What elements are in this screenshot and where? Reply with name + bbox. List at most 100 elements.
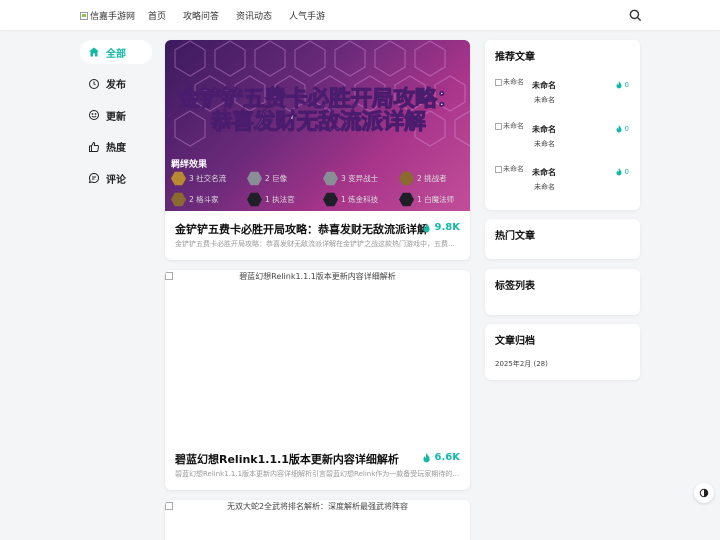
recommended-tag: 未命名 <box>534 96 555 104</box>
broken-image-icon <box>495 78 502 86</box>
home-icon <box>89 47 99 57</box>
nav-item-home[interactable]: 首页 <box>148 9 166 22</box>
cover-image-alt: 碧蓝幻想Relink1.1.1版本更新内容详细解析 <box>239 272 396 281</box>
trait-hex-icon <box>399 192 414 207</box>
tags-widget: 标签列表 <box>485 269 640 315</box>
post-card[interactable]: 无双大蛇2全武将排名解析：深度解析最强武将阵容 <box>165 500 470 540</box>
sidebar-item-label: 评论 <box>106 174 126 186</box>
half-moon-icon <box>699 488 709 498</box>
nav-item-popular-games[interactable]: 人气手游 <box>289 9 325 22</box>
post-excerpt: 金铲铲五费卡必胜开局攻略：恭喜发财无敌流派详解在金铲铲之战这款热门游戏中，五费.… <box>175 240 455 248</box>
post-excerpt: 碧蓝幻想Relink1.1.1版本更新内容详细解析引言碧蓝幻想Relink作为一… <box>175 470 460 478</box>
recommended-title[interactable]: 未命名 <box>532 80 556 91</box>
post-views: 6.6K <box>422 452 460 463</box>
sidebar-item-publish[interactable]: 发布 <box>80 72 152 96</box>
post-cover-image[interactable]: 金铲铲五费卡必胜开局攻略：恭喜发财无敌流派详解 羁绊效果 3 社交名流 2 巨像… <box>165 40 470 211</box>
recommended-thumb: 未命名 <box>495 164 524 174</box>
trait-hex-icon <box>399 171 414 186</box>
broken-image-icon <box>495 122 502 130</box>
widget-title: 推荐文章 <box>495 52 535 63</box>
site-logo-alt: 信嘉手游网 <box>90 12 136 22</box>
post-card[interactable]: 碧蓝幻想Relink1.1.1版本更新内容详细解析 碧蓝幻想Relink1.1.… <box>165 270 470 490</box>
nav-item-guides[interactable]: 攻略问答 <box>183 9 219 22</box>
archive-widget: 文章归档 2025年2月 (28) <box>485 324 640 380</box>
trait-item: 3 变异战士 <box>323 171 399 186</box>
flame-icon <box>422 452 430 462</box>
count-value: 0 <box>624 168 629 176</box>
sidebar-item-update[interactable]: 更新 <box>80 103 152 127</box>
flame-icon <box>422 222 430 232</box>
sidebar-item-label: 全部 <box>106 48 126 60</box>
recommended-count: 0 <box>616 168 629 176</box>
smile-icon <box>89 110 99 120</box>
recommended-item[interactable]: 未命名 未命名 未命名 0 <box>495 121 635 151</box>
post-title[interactable]: 金铲铲五费卡必胜开局攻略：恭喜发财无敌流派详解 <box>175 221 428 237</box>
trait-label: 1 炼金科技 <box>341 195 379 204</box>
broken-image-icon <box>495 165 502 173</box>
broken-image-icon <box>165 272 173 280</box>
post-card[interactable]: 金铲铲五费卡必胜开局攻略：恭喜发财无敌流派详解 羁绊效果 3 社交名流 2 巨像… <box>165 40 470 260</box>
count-value: 0 <box>624 81 629 89</box>
trait-label: 3 社交名流 <box>189 174 227 183</box>
trait-label: 2 格斗家 <box>189 195 219 204</box>
trait-item: 2 巨像 <box>247 171 323 186</box>
post-title[interactable]: 碧蓝幻想Relink1.1.1版本更新内容详细解析 <box>175 451 399 467</box>
trait-hex-icon <box>323 171 338 186</box>
widget-title: 标签列表 <box>495 281 535 292</box>
recommended-title[interactable]: 未命名 <box>532 167 556 178</box>
recommended-tag: 未命名 <box>534 183 555 191</box>
post-cover-image[interactable]: 碧蓝幻想Relink1.1.1版本更新内容详细解析 <box>165 271 470 282</box>
post-views-count: 6.6K <box>434 452 460 463</box>
theme-toggle-button[interactable] <box>694 483 714 503</box>
trait-hex-icon <box>247 192 262 207</box>
archive-entry[interactable]: 2025年2月 (28) <box>495 359 548 369</box>
trait-item: 2 挑战者 <box>399 171 470 186</box>
sidebar-item-label: 热度 <box>106 143 126 154</box>
broken-image-icon <box>165 502 173 510</box>
recommended-item[interactable]: 未命名 未命名 未命名 0 <box>495 164 635 194</box>
trait-item: 1 炼金科技 <box>323 192 399 207</box>
widget-title: 文章归档 <box>495 336 535 347</box>
clock-icon <box>89 78 99 89</box>
cover-image-alt: 无双大蛇2全武将排名解析：深度解析最强武将阵容 <box>226 502 409 511</box>
recommended-title[interactable]: 未命名 <box>532 124 556 135</box>
sidebar-item-all[interactable]: 全部 <box>80 40 152 64</box>
cover-headline: 金铲铲五费卡必胜开局攻略：恭喜发财无敌流派详解 <box>178 87 459 136</box>
sidebar-item-comments[interactable]: 评论 <box>80 166 152 190</box>
trait-label: 1 执法官 <box>265 195 295 204</box>
trait-item: 3 社交名流 <box>171 171 247 186</box>
recommended-tag: 未命名 <box>534 140 555 148</box>
sidebar-item-label: 发布 <box>106 80 126 91</box>
recommended-widget: 推荐文章 未命名 未命名 未命名 0 未命名 未命名 未命名 0 未命名 未命名… <box>485 40 640 210</box>
trait-hex-icon <box>171 171 186 186</box>
recommended-count: 0 <box>616 125 629 133</box>
comment-icon <box>88 172 100 184</box>
count-value: 0 <box>624 125 629 133</box>
recommended-item[interactable]: 未命名 未命名 未命名 0 <box>495 77 635 107</box>
trait-hex-icon <box>247 171 262 186</box>
site-logo[interactable]: 信嘉手游网 <box>80 9 135 22</box>
sidebar-item-hot[interactable]: 热度 <box>80 135 152 159</box>
trait-item: 1 白魔法师 <box>399 192 470 207</box>
top-navbar: 信嘉手游网 首页 攻略问答 资讯动态 人气手游 <box>0 0 720 30</box>
post-views-count: 9.8K <box>434 222 460 233</box>
trait-item: 2 格斗家 <box>171 192 247 207</box>
trait-item: 1 执法官 <box>247 192 323 207</box>
post-cover-image[interactable]: 无双大蛇2全武将排名解析：深度解析最强武将阵容 <box>165 501 470 512</box>
flame-icon <box>616 81 622 89</box>
nav-item-news[interactable]: 资讯动态 <box>236 9 272 22</box>
thumb-alt: 未命名 <box>503 78 524 86</box>
flame-icon <box>616 168 622 176</box>
trait-label: 1 白魔法师 <box>417 195 455 204</box>
trait-hex-icon <box>323 192 338 207</box>
sidebar: 全部 发布 更新 热度 评论 <box>80 40 152 198</box>
sidebar-item-label: 更新 <box>106 111 126 123</box>
trait-hex-icon <box>171 192 186 207</box>
broken-image-icon <box>80 11 88 20</box>
recommended-thumb: 未命名 <box>495 121 524 131</box>
bond-effects-label: 羁绊效果 <box>171 160 208 170</box>
post-views: 9.8K <box>422 222 460 233</box>
recommended-count: 0 <box>616 81 629 89</box>
trait-label: 2 巨像 <box>265 174 288 183</box>
search-icon[interactable] <box>628 8 642 22</box>
